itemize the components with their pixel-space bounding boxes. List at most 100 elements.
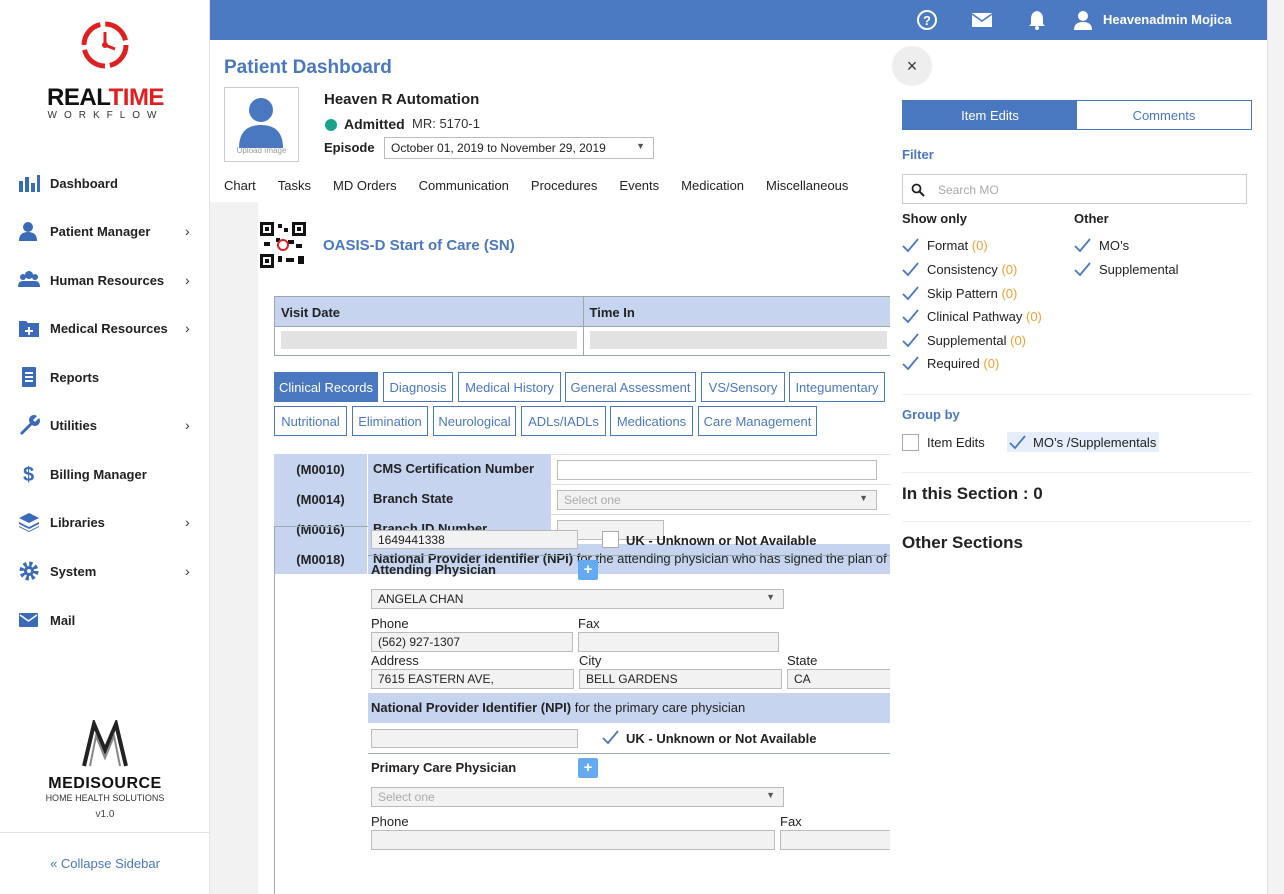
m0010-label: CMS Certification Number [367,454,551,484]
sidebar-item-utilities[interactable]: Utilities › [0,405,210,445]
section-care-management[interactable]: Care Management [698,406,817,436]
filter-label: Filter [902,147,934,162]
mail-icon[interactable] [971,9,993,31]
sidebar-item-system[interactable]: System › [0,551,210,591]
group-by-label: Group by [902,407,960,422]
bar-chart-icon [19,175,40,192]
attending-fax-input[interactable] [578,632,779,652]
caret-down-icon: ▼ [859,493,868,503]
attending-uk-label: UK - Unknown or Not Available [626,533,817,548]
qr-code-icon [260,222,306,268]
attending-city-label: City [579,653,602,668]
sidebar-item-mail[interactable]: Mail [0,600,210,640]
section-clinical-records[interactable]: Clinical Records [274,372,378,402]
attending-address-input[interactable]: 7615 EASTERN AVE, [371,669,574,689]
attending-physician-label: Attending Physician [371,562,496,577]
section-nutritional[interactable]: Nutritional [274,406,347,436]
section-medical-history[interactable]: Medical History [458,372,561,402]
section-adls-iadls[interactable]: ADLs/IADLs [521,406,606,436]
sidebar-item-libraries[interactable]: Libraries › [0,502,210,542]
user-icon [19,222,37,241]
m0010-row: (M0010) CMS Certification Number [274,454,890,484]
attending-phone-label: Phone [371,616,409,631]
oasis-form: OASIS-D Start of Care (SN) Visit Date Ti… [258,202,890,894]
user-name[interactable]: Heavenadmin Mojica [1103,12,1232,27]
visit-date-placeholder [281,331,577,349]
section-vs-sensory[interactable]: VS/Sensory [701,372,785,402]
sidebar-item-billing-manager[interactable]: $ Billing Manager [0,454,210,494]
brand-subtitle: WORKFLOW [47,110,164,121]
caret-down-icon: ▼ [766,790,775,800]
bell-icon[interactable] [1026,9,1048,31]
section-elimination[interactable]: Elimination [352,406,428,436]
tab-item-edits[interactable]: Item Edits [903,101,1077,129]
primary-npi-input[interactable] [371,729,578,748]
sidebar-item-patient-manager[interactable]: Patient Manager › [0,211,210,251]
sidebar-item-medical-resources[interactable]: Medical Resources › [0,308,210,348]
sidebar-item-reports[interactable]: Reports [0,357,210,397]
tab-md-orders[interactable]: MD Orders [333,178,397,198]
attending-state-input[interactable]: CA [787,669,890,689]
attending-fax-label: Fax [578,616,600,631]
add-attending-physician-button[interactable]: + [578,560,598,580]
user-silhouette-icon [239,98,283,148]
wrench-icon [20,415,40,435]
time-in-cell[interactable] [584,327,891,355]
svg-text:?: ? [923,13,931,28]
primary-fax-input[interactable] [780,830,890,850]
section-integumentary[interactable]: Integumentary [789,372,885,402]
section-medications[interactable]: Medications [610,406,693,436]
tab-communication[interactable]: Communication [419,178,509,198]
tab-procedures[interactable]: Procedures [531,178,597,198]
tab-miscellaneous[interactable]: Miscellaneous [766,178,848,198]
in-this-section-heading: In this Section : 0 [902,484,1043,503]
collapse-sidebar-button[interactable]: « Collapse Sidebar [0,832,210,894]
visit-date-cell[interactable] [275,327,584,355]
tab-events[interactable]: Events [619,178,659,198]
group-by-mos-supplementals[interactable]: MO’s /Supplementals [1007,432,1159,452]
report-icon [22,367,36,387]
user-avatar-icon[interactable] [1072,9,1094,31]
tab-tasks[interactable]: Tasks [278,178,311,198]
cms-certification-input[interactable] [557,460,877,480]
medisource-m-icon [82,717,128,767]
primary-phone-input[interactable] [371,830,775,850]
attending-uk-checkbox[interactable] [602,531,619,548]
visit-date-header: Visit Date [275,297,584,326]
tab-chart[interactable]: Chart [224,178,256,198]
tab-comments[interactable]: Comments [1077,101,1251,129]
status-dot-icon [325,119,337,131]
attending-state-label: State [787,653,818,668]
page-title: Patient Dashboard [224,57,392,78]
patient-photo-upload[interactable]: Upload Image [224,87,299,162]
sidebar-item-label: System [50,563,97,579]
branch-state-select[interactable]: Select one ▼ [557,490,877,510]
section-neurological[interactable]: Neurological [433,406,516,436]
attending-phone-input[interactable]: (562) 927-1307 [371,632,573,652]
add-primary-physician-button[interactable]: + [578,758,598,778]
attending-npi-input[interactable]: 1649441338 [371,530,578,549]
page-scrollbar[interactable] [1267,0,1284,894]
section-general-assessment[interactable]: General Assessment [565,372,696,402]
attending-physician-select[interactable]: ANGELA CHAN ▼ [371,589,784,609]
primary-physician-select[interactable]: Select one ▼ [371,787,784,807]
tab-medication[interactable]: Medication [681,178,744,198]
help-icon[interactable]: ? [916,9,938,31]
group-by-item-edits-checkbox[interactable] [902,434,919,451]
search-mo-input[interactable]: Search MO [902,174,1247,204]
primary-phone-label: Phone [371,814,409,829]
checkmark-icon [902,356,919,371]
section-diagnosis[interactable]: Diagnosis [383,372,453,402]
panel-tabs: Item Edits Comments [902,100,1252,130]
sidebar-item-human-resources[interactable]: Human Resources › [0,260,210,300]
attending-city-input[interactable]: BELL GARDENS [579,669,782,689]
form-area: OASIS-D Start of Care (SN) Visit Date Ti… [210,202,890,894]
close-panel-button[interactable]: × [892,46,932,86]
episode-select[interactable]: October 01, 2019 to November 29, 2019 ▼ [384,137,654,159]
sidebar-item-dashboard[interactable]: Dashboard [0,163,210,203]
sidebar-item-label: Mail [50,612,76,628]
chevron-right-icon: › [185,514,190,530]
chevron-right-icon: › [185,223,190,239]
brand-title: REALTIME [47,84,164,111]
checkmark-icon[interactable] [602,729,619,745]
